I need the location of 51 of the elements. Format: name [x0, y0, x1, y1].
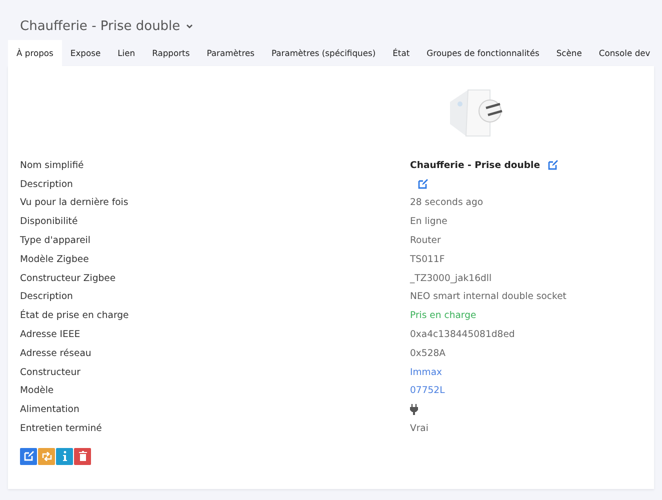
property-label: Description — [20, 290, 74, 304]
property-value: TS011F — [410, 254, 445, 265]
tab[interactable]: Paramètres (spécifiques) — [262, 40, 384, 66]
tab[interactable]: Console dev — [590, 40, 659, 66]
property-label: Type d'appareil — [20, 234, 92, 248]
repeat-icon — [42, 452, 52, 461]
plug-icon — [410, 404, 418, 416]
chevron-down-icon[interactable] — [186, 24, 194, 28]
tab[interactable]: Scène — [548, 40, 590, 66]
tab[interactable]: Lien — [109, 40, 144, 66]
edit-icon[interactable] — [548, 160, 558, 170]
edit-icon — [24, 451, 34, 462]
tab[interactable]: Rapports — [144, 40, 198, 66]
property-label: Nom simplifié — [20, 158, 85, 173]
property-label: Constructeur Zigbee — [20, 272, 117, 286]
value-link[interactable]: Immax — [410, 366, 442, 378]
property-label: Adresse réseau — [20, 346, 92, 361]
page-title: Chaufferie - Prise double — [20, 18, 180, 34]
tab[interactable]: État — [384, 40, 418, 66]
property-label: Description — [20, 178, 74, 192]
property-value: 0xa4c138445081d8ed — [410, 329, 515, 340]
property-label: État de prise en charge — [20, 308, 130, 324]
property-label: Modèle — [20, 384, 55, 398]
device-name: Chaufferie - Prise double — [410, 160, 540, 171]
trash-icon — [78, 451, 86, 462]
tab[interactable]: À propos — [8, 40, 62, 66]
property-value: Router — [410, 235, 441, 246]
property-value: 28 seconds ago — [410, 197, 484, 208]
reconfigure-button[interactable] — [38, 448, 55, 465]
support-status: Pris en charge — [410, 310, 476, 322]
property-value: 0x528A — [410, 348, 446, 359]
property-value: Vrai — [410, 423, 428, 434]
property-value: En ligne — [410, 216, 448, 228]
property-label: Vu pour la dernière fois — [20, 196, 130, 210]
tab[interactable]: Groupes de fonctionnalités — [418, 40, 548, 66]
info-icon — [62, 451, 66, 462]
tab[interactable]: Paramètres — [198, 40, 263, 66]
property-label: Modèle Zigbee — [20, 252, 90, 267]
property-label: Adresse IEEE — [20, 328, 82, 342]
property-label: Disponibilité — [20, 215, 79, 230]
property-value: _TZ3000_jak16dll — [410, 272, 492, 284]
property-label: Constructeur — [20, 366, 82, 380]
delete-button[interactable] — [74, 448, 91, 465]
tab[interactable]: Expose — [62, 40, 110, 66]
edit-icon[interactable] — [418, 179, 428, 190]
property-label: Alimentation — [20, 403, 80, 418]
property-value: NEO smart internal double socket — [410, 291, 566, 302]
value-link[interactable]: 07752L — [410, 385, 445, 396]
property-label: Entretien terminé — [20, 422, 103, 436]
rename-button[interactable] — [20, 448, 37, 465]
info-button[interactable] — [56, 448, 73, 465]
